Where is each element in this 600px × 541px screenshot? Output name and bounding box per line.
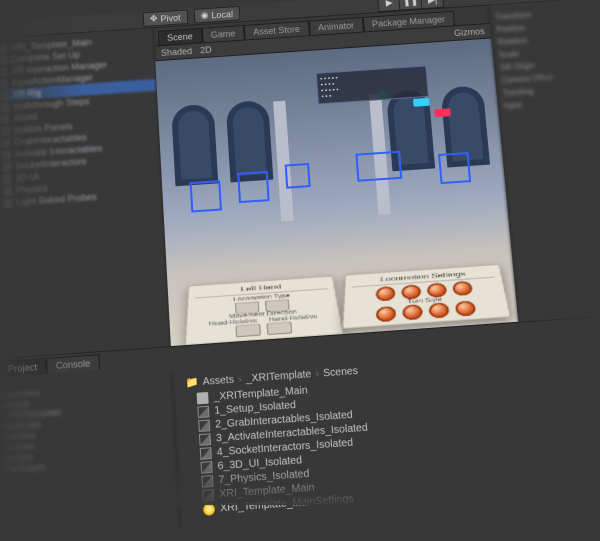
globe-icon: ◉	[200, 10, 209, 21]
hierarchy-panel: XRI_Template_MainComplete Set UpXR Inter…	[0, 28, 171, 358]
crumb-2[interactable]: Scenes	[323, 365, 359, 379]
scene-icon	[197, 405, 209, 417]
pivot-toggle[interactable]: ✥ Pivot	[143, 9, 188, 27]
gameobject-icon	[0, 79, 8, 88]
pivot-label: Pivot	[160, 12, 181, 23]
hierarchy-label: XR Rig	[12, 88, 41, 100]
light-icon	[203, 503, 215, 516]
project-list: 📁 Assets › _XRITemplate › Scenes _XRITem…	[172, 341, 600, 528]
gameobject-icon	[1, 162, 11, 172]
local-toggle[interactable]: ◉ Local	[193, 6, 240, 24]
chevron-right-icon: ›	[238, 373, 242, 385]
gameobject-icon	[0, 55, 7, 64]
local-label: Local	[211, 9, 233, 20]
chevron-right-icon: ›	[315, 368, 319, 380]
hand-relative-button[interactable]	[267, 321, 293, 335]
hierarchy-label: 3D UI	[15, 172, 39, 184]
pivot-icon: ✥	[150, 13, 158, 24]
pause-button[interactable]: ❚❚	[400, 0, 423, 10]
scene-icon	[202, 489, 214, 502]
knob-8[interactable]	[454, 301, 476, 317]
scene-icon	[198, 419, 210, 432]
hierarchy-label: World	[13, 112, 37, 124]
scene-icon	[200, 461, 212, 474]
locomotion-panel: Locomotion Settings Turn Style	[342, 264, 511, 329]
left-hand-panel: Left Hand Locomotion Type Movement Direc…	[185, 275, 344, 345]
scene-viewport[interactable]: ▪ ▪ ▪ ▪ ▪▪ ▪ ▪ ▪▪ ▪ ▪ ▪ ▪▪ ▪ ▪ Left Hand…	[155, 38, 518, 346]
folder-icon: 📁	[185, 376, 199, 389]
gameobject-icon	[0, 102, 9, 112]
step-button[interactable]: ▶|	[421, 0, 444, 9]
scene-icon	[200, 447, 212, 460]
gameobject-icon	[0, 44, 7, 53]
gizmos-toggle[interactable]: Gizmos	[454, 26, 485, 38]
crumb-1[interactable]: _XRITemplate	[245, 368, 311, 384]
scene-icon	[201, 475, 213, 488]
folder-icon	[196, 391, 208, 403]
head-relative-button[interactable]	[236, 324, 261, 338]
pause-icon: ❚❚	[403, 0, 419, 7]
mode-2d-toggle[interactable]: 2D	[200, 45, 212, 56]
gameobject-icon	[0, 114, 9, 124]
gameobject-icon	[0, 126, 9, 136]
tab-project[interactable]: Project	[0, 358, 47, 377]
gameobject-icon	[1, 138, 10, 148]
gameobject-icon	[1, 150, 10, 160]
gameobject-icon	[3, 198, 13, 208]
play-button[interactable]: ▶	[378, 0, 401, 11]
crumb-0[interactable]: Assets	[202, 374, 234, 388]
gameobject-icon	[2, 174, 12, 184]
gameobject-icon	[0, 90, 8, 99]
gameobject-icon	[0, 67, 7, 76]
tab-console[interactable]: Console	[46, 354, 100, 373]
gameobject-icon	[2, 186, 12, 196]
play-icon: ▶	[385, 0, 393, 9]
scene-icon	[199, 433, 211, 446]
knob-5[interactable]	[376, 306, 396, 323]
knob-7[interactable]	[428, 303, 449, 319]
shading-dropdown[interactable]: Shaded	[161, 46, 193, 58]
step-icon: ▶|	[427, 0, 437, 6]
scene-panel: SceneGameAsset StoreAnimatorPackage Mana…	[154, 6, 519, 347]
knob-6[interactable]	[402, 304, 423, 320]
project-tree: FavoritesAssets _XRITemplate Materials P…	[0, 373, 181, 541]
